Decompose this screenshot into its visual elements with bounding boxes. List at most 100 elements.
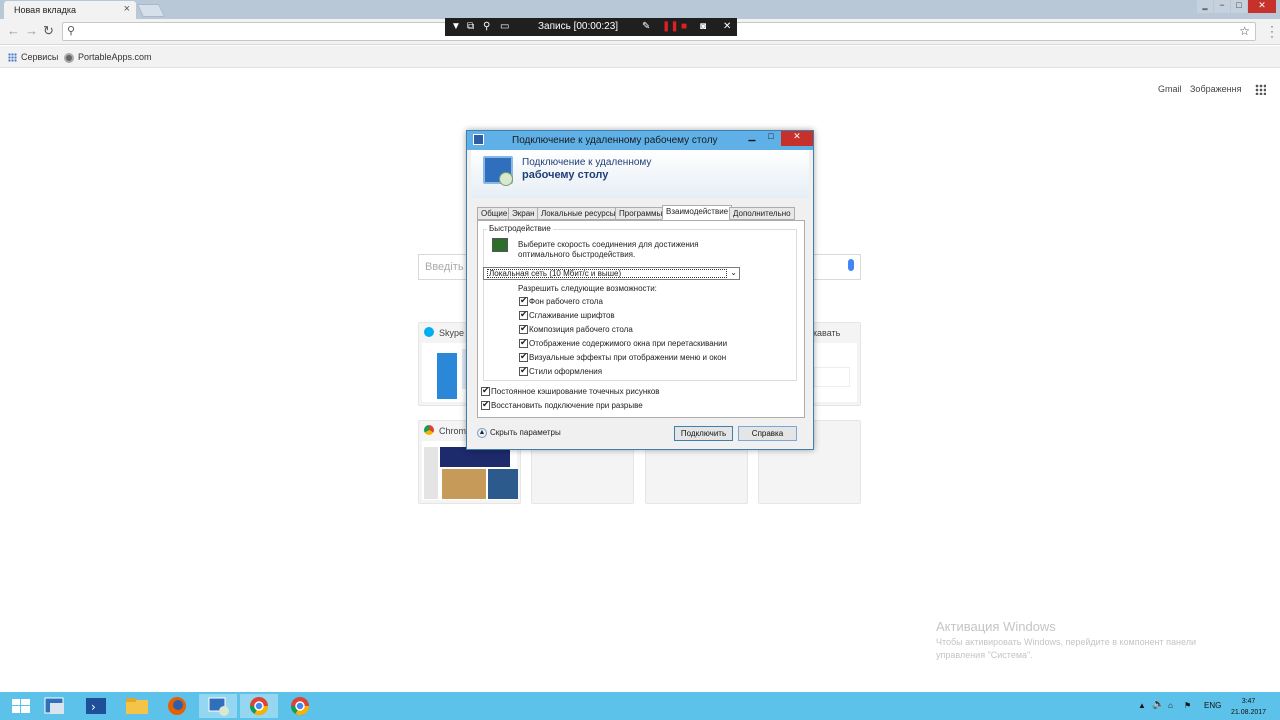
label-font-smoothing: Сглаживание шрифтов: [529, 311, 615, 320]
close-recorder-icon[interactable]: ✕: [723, 21, 731, 32]
pause-icon[interactable]: ❚❚: [662, 21, 679, 32]
hide-options-label: Скрыть параметры: [490, 428, 561, 438]
dialog-title: Подключение к удаленному рабочему столу: [512, 135, 718, 146]
stop-icon[interactable]: ■: [681, 21, 687, 32]
tab-display[interactable]: Экран: [508, 207, 539, 220]
bookmark-portableapps[interactable]: PortableApps.com: [64, 52, 152, 63]
allow-features-label: Разрешить следующие возможности:: [518, 284, 657, 293]
performance-group-label: Быстродействие: [487, 224, 553, 233]
connection-speed-select[interactable]: Локальная сеть (10 Мбит/с и выше) ⌄: [483, 267, 740, 280]
folder-icon: [126, 698, 148, 714]
tab-title: Новая вкладка: [14, 5, 77, 15]
performance-description: Выберите скорость соединения для достиже…: [518, 240, 699, 259]
browser-tab-new[interactable]: Новая вкладка ×: [4, 1, 136, 19]
minimize-icon[interactable]: −: [1214, 0, 1230, 13]
svg-text:›: ›: [91, 700, 96, 714]
dialog-close-icon[interactable]: ✕: [781, 131, 813, 146]
bookmark-star-icon[interactable]: ☆: [1239, 24, 1250, 38]
taskbar-chrome-1[interactable]: [240, 694, 278, 718]
volume-icon[interactable]: 🔈: [1152, 699, 1164, 710]
start-button[interactable]: [2, 694, 40, 718]
chrome-menu-icon[interactable]: · · ·: [1270, 20, 1274, 42]
apps-grid-icon: [8, 53, 17, 63]
tile-label: жавать: [811, 328, 841, 338]
taskbar-server-manager[interactable]: [36, 694, 74, 718]
tab-general[interactable]: Общие: [477, 207, 512, 220]
reload-icon[interactable]: ↻: [43, 23, 54, 39]
skype-icon: [424, 327, 434, 337]
chevron-up-icon: ▲: [477, 428, 487, 438]
connect-button[interactable]: Подключить: [674, 426, 733, 441]
chrome-taskbar-icon: [250, 697, 268, 716]
checkbox-desktop-composition[interactable]: [519, 323, 528, 334]
checkbox-reconnect[interactable]: [481, 399, 490, 410]
dialog-maximize-icon[interactable]: □: [762, 131, 780, 146]
restore-icon[interactable]: □: [1231, 0, 1247, 13]
dialog-titlebar[interactable]: Подключение к удаленному рабочему столу …: [467, 131, 813, 150]
tab-close-icon[interactable]: ×: [124, 3, 130, 15]
portableapps-icon: [64, 52, 74, 63]
dropdown-arrow-icon[interactable]: ▼: [451, 21, 461, 32]
checkbox-font-smoothing[interactable]: [519, 309, 528, 320]
tab-local-resources[interactable]: Локальные ресурсы: [537, 207, 620, 220]
bookmark-apps[interactable]: Сервисы: [8, 52, 58, 63]
server-manager-icon: [44, 697, 64, 714]
taskbar-powershell[interactable]: ›: [77, 694, 115, 718]
dialog-header: Подключение к удаленному рабочему столу: [471, 150, 809, 198]
gmail-link[interactable]: Gmail: [1158, 84, 1182, 94]
flag-icon[interactable]: ⚑: [1184, 701, 1191, 710]
region-icon[interactable]: ▭: [500, 21, 509, 32]
performance-monitor-icon: [492, 238, 508, 252]
language-indicator[interactable]: ENG: [1204, 701, 1221, 710]
taskbar-chrome-2[interactable]: [281, 694, 319, 718]
checkbox-window-drag[interactable]: [519, 337, 528, 348]
powershell-icon: ›: [86, 698, 106, 714]
header-line1: Подключение к удаленному: [522, 157, 652, 168]
tray-chevron-up-icon[interactable]: ▲: [1138, 701, 1146, 710]
rdp-small-icon: [473, 134, 484, 145]
windows-icon[interactable]: ⧉: [467, 21, 474, 32]
search-placeholder: Введіть: [425, 261, 464, 273]
hide-options-toggle[interactable]: ▲ Скрыть параметры: [477, 428, 561, 438]
label-visual-styles: Стили оформления: [529, 367, 603, 376]
back-icon[interactable]: ←: [7, 23, 20, 38]
checkbox-bitmap-caching[interactable]: [481, 385, 490, 396]
recording-toolbar: ▼ ⧉ ⚲ ▭ Запись [00:00:23] ✎ ❚❚ ■ ◙ ✕: [445, 18, 737, 36]
checkbox-desktop-background[interactable]: [519, 295, 528, 306]
user-icon[interactable]: ‗: [1197, 0, 1213, 13]
forward-icon[interactable]: →: [25, 23, 38, 38]
label-window-drag: Отображение содержимого окна при перетас…: [529, 339, 728, 348]
taskbar: › ▲ 🔈 ⌂ ⚑ ENG 3:47 21.08.2017: [0, 692, 1280, 720]
tab-advanced[interactable]: Дополнительно: [729, 207, 795, 220]
label-desktop-composition: Композиция рабочего стола: [529, 325, 633, 334]
mic-icon[interactable]: [848, 259, 854, 271]
checkbox-visual-effects[interactable]: [519, 351, 528, 362]
network-icon[interactable]: ⌂: [1168, 701, 1173, 710]
help-button[interactable]: Справка: [738, 426, 797, 441]
taskbar-firefox[interactable]: [158, 694, 196, 718]
taskbar-rdp[interactable]: [199, 694, 237, 718]
tab-programs[interactable]: Программы: [615, 207, 667, 220]
experience-panel: Быстродействие Выберите скорость соедине…: [477, 220, 805, 418]
clock-date: 21.08.2017: [1231, 709, 1267, 716]
clock-time: 3:47: [1241, 698, 1256, 705]
images-link[interactable]: Зображення: [1190, 84, 1241, 94]
rdp-taskbar-icon: [208, 697, 229, 716]
browser-tabstrip: Новая вкладка × ‗ − □ ✕: [0, 0, 1280, 19]
chevron-down-icon: ⌄: [730, 268, 737, 277]
tab-experience[interactable]: Взаимодействие: [662, 205, 733, 220]
pen-icon[interactable]: ✎: [642, 21, 650, 32]
taskbar-explorer[interactable]: [118, 694, 156, 718]
google-apps-icon[interactable]: [1255, 84, 1266, 95]
tile-label: Skype |: [439, 328, 469, 338]
close-window-icon[interactable]: ✕: [1248, 0, 1276, 13]
checkbox-visual-styles[interactable]: [519, 365, 528, 376]
recording-status: Запись [00:00:23]: [538, 21, 619, 32]
zoom-icon[interactable]: ⚲: [483, 21, 490, 32]
dialog-minimize-icon[interactable]: ▁: [743, 131, 761, 146]
windows-logo-icon: [12, 699, 30, 713]
camera-icon[interactable]: ◙: [700, 21, 706, 32]
new-tab-button[interactable]: [136, 4, 166, 17]
label-bitmap-caching: Постоянное кэширование точечных рисунков: [491, 387, 660, 396]
clock[interactable]: 3:47 21.08.2017: [1231, 696, 1266, 718]
